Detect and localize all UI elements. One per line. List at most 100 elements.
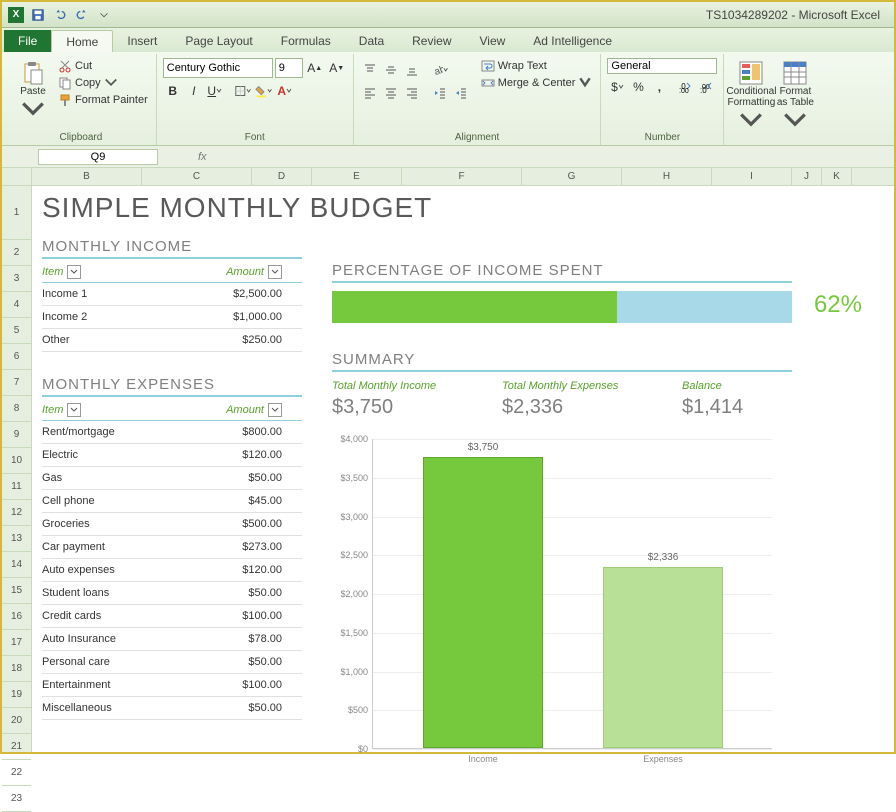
fill-color-button[interactable] bbox=[254, 81, 274, 101]
border-button[interactable] bbox=[233, 81, 253, 101]
align-bottom-button[interactable] bbox=[402, 60, 422, 80]
column-header-G[interactable]: G bbox=[522, 168, 622, 185]
select-all-corner[interactable] bbox=[2, 168, 31, 186]
file-tab[interactable]: File bbox=[4, 30, 51, 52]
name-box[interactable]: Q9 bbox=[38, 149, 158, 165]
filter-icon[interactable] bbox=[67, 265, 81, 279]
table-row[interactable]: Personal care$50.00 bbox=[42, 651, 302, 674]
table-row[interactable]: Miscellaneous$50.00 bbox=[42, 697, 302, 720]
column-header-I[interactable]: I bbox=[712, 168, 792, 185]
tab-ad-intelligence[interactable]: Ad Intelligence bbox=[519, 30, 626, 52]
tab-home[interactable]: Home bbox=[51, 30, 113, 52]
column-header-F[interactable]: F bbox=[402, 168, 522, 185]
table-row[interactable]: Auto expenses$120.00 bbox=[42, 559, 302, 582]
row-header-16[interactable]: 16 bbox=[2, 604, 31, 630]
filter-icon[interactable] bbox=[268, 265, 282, 279]
row-header-3[interactable]: 3 bbox=[2, 266, 31, 292]
align-top-button[interactable] bbox=[360, 60, 380, 80]
decrease-indent-button[interactable] bbox=[430, 83, 450, 103]
table-row[interactable]: Auto Insurance$78.00 bbox=[42, 628, 302, 651]
align-middle-button[interactable] bbox=[381, 60, 401, 80]
row-header-6[interactable]: 6 bbox=[2, 344, 31, 370]
column-header-C[interactable]: C bbox=[142, 168, 252, 185]
shrink-font-button[interactable]: A▼ bbox=[327, 58, 347, 78]
tab-formulas[interactable]: Formulas bbox=[267, 30, 345, 52]
align-center-button[interactable] bbox=[381, 83, 401, 103]
wrap-text-button[interactable]: Wrap Text bbox=[479, 58, 595, 74]
filter-icon[interactable] bbox=[67, 403, 81, 417]
copy-button[interactable]: Copy bbox=[56, 75, 150, 91]
table-row[interactable]: Income 2$1,000.00 bbox=[42, 306, 302, 329]
grow-font-button[interactable]: A▲ bbox=[305, 58, 325, 78]
row-header-10[interactable]: 10 bbox=[2, 448, 31, 474]
row-header-8[interactable]: 8 bbox=[2, 396, 31, 422]
row-header-12[interactable]: 12 bbox=[2, 500, 31, 526]
row-header-15[interactable]: 15 bbox=[2, 578, 31, 604]
row-header-17[interactable]: 17 bbox=[2, 630, 31, 656]
merge-center-button[interactable]: Merge & Center bbox=[479, 75, 595, 91]
row-header-9[interactable]: 9 bbox=[2, 422, 31, 448]
table-row[interactable]: Electric$120.00 bbox=[42, 444, 302, 467]
row-header-2[interactable]: 2 bbox=[2, 240, 31, 266]
decrease-decimal-button[interactable]: .00.0 bbox=[696, 77, 716, 97]
table-row[interactable]: Other$250.00 bbox=[42, 329, 302, 352]
row-header-13[interactable]: 13 bbox=[2, 526, 31, 552]
row-header-4[interactable]: 4 bbox=[2, 292, 31, 318]
row-header-14[interactable]: 14 bbox=[2, 552, 31, 578]
column-header-K[interactable]: K bbox=[822, 168, 852, 185]
font-family-select[interactable] bbox=[163, 58, 273, 78]
tab-page-layout[interactable]: Page Layout bbox=[171, 30, 266, 52]
undo-button[interactable] bbox=[50, 5, 70, 25]
table-row[interactable]: Cell phone$45.00 bbox=[42, 490, 302, 513]
row-header-7[interactable]: 7 bbox=[2, 370, 31, 396]
format-painter-button[interactable]: Format Painter bbox=[56, 92, 150, 108]
row-header-23[interactable]: 23 bbox=[2, 786, 31, 812]
table-row[interactable]: Student loans$50.00 bbox=[42, 582, 302, 605]
tab-insert[interactable]: Insert bbox=[113, 30, 171, 52]
orientation-button[interactable]: ab bbox=[430, 60, 450, 80]
column-header-H[interactable]: H bbox=[622, 168, 712, 185]
column-header-E[interactable]: E bbox=[312, 168, 402, 185]
qat-dropdown[interactable] bbox=[94, 5, 114, 25]
table-row[interactable]: Rent/mortgage$800.00 bbox=[42, 421, 302, 444]
increase-decimal-button[interactable]: .0.00 bbox=[675, 77, 695, 97]
cut-button[interactable]: Cut bbox=[56, 58, 150, 74]
underline-button[interactable]: U bbox=[205, 81, 225, 101]
column-header-D[interactable]: D bbox=[252, 168, 312, 185]
comma-format-button[interactable]: , bbox=[649, 77, 669, 97]
redo-button[interactable] bbox=[72, 5, 92, 25]
row-header-21[interactable]: 21 bbox=[2, 734, 31, 760]
font-size-select[interactable] bbox=[275, 58, 303, 78]
bold-button[interactable]: B bbox=[163, 81, 183, 101]
tab-view[interactable]: View bbox=[466, 30, 520, 52]
accounting-format-button[interactable]: $ bbox=[607, 77, 627, 97]
table-row[interactable]: Groceries$500.00 bbox=[42, 513, 302, 536]
align-left-button[interactable] bbox=[360, 83, 380, 103]
tab-data[interactable]: Data bbox=[345, 30, 398, 52]
row-header-19[interactable]: 19 bbox=[2, 682, 31, 708]
row-header-20[interactable]: 20 bbox=[2, 708, 31, 734]
font-color-button[interactable]: A bbox=[275, 81, 295, 101]
table-row[interactable]: Gas$50.00 bbox=[42, 467, 302, 490]
row-header-18[interactable]: 18 bbox=[2, 656, 31, 682]
italic-button[interactable]: I bbox=[184, 81, 204, 101]
save-button[interactable] bbox=[28, 5, 48, 25]
row-header-22[interactable]: 22 bbox=[2, 760, 31, 786]
tab-review[interactable]: Review bbox=[398, 30, 465, 52]
column-header-J[interactable]: J bbox=[792, 168, 822, 185]
format-as-table-button[interactable]: Format as Table bbox=[774, 58, 816, 136]
row-header-1[interactable]: 1 bbox=[2, 186, 31, 240]
row-header-5[interactable]: 5 bbox=[2, 318, 31, 344]
table-row[interactable]: Car payment$273.00 bbox=[42, 536, 302, 559]
number-format-select[interactable] bbox=[607, 58, 717, 74]
paste-button[interactable]: Paste bbox=[12, 58, 54, 125]
percent-format-button[interactable]: % bbox=[628, 77, 648, 97]
row-header-11[interactable]: 11 bbox=[2, 474, 31, 500]
filter-icon[interactable] bbox=[268, 403, 282, 417]
table-row[interactable]: Income 1$2,500.00 bbox=[42, 283, 302, 306]
table-row[interactable]: Entertainment$100.00 bbox=[42, 674, 302, 697]
align-right-button[interactable] bbox=[402, 83, 422, 103]
table-row[interactable]: Credit cards$100.00 bbox=[42, 605, 302, 628]
conditional-formatting-button[interactable]: Conditional Formatting bbox=[730, 58, 772, 136]
column-header-B[interactable]: B bbox=[32, 168, 142, 185]
